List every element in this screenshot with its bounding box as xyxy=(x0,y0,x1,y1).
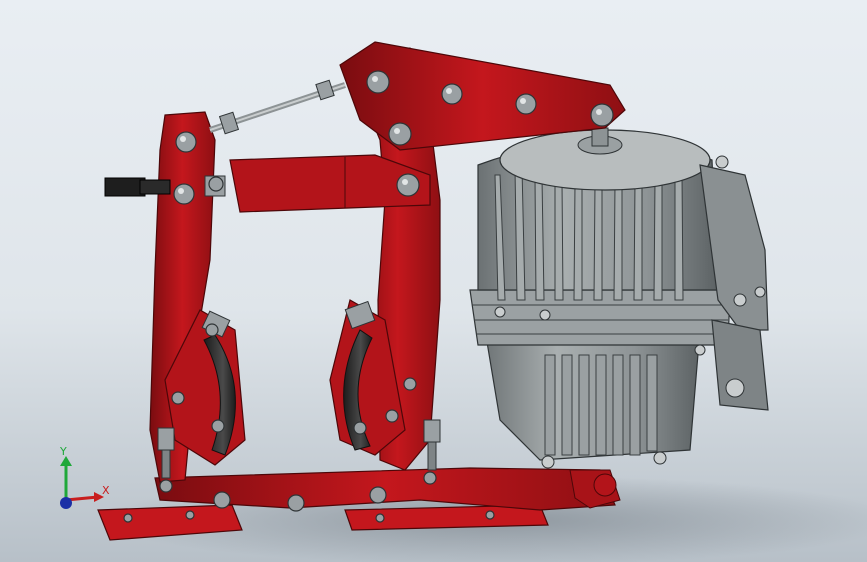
cad-canvas[interactable]: Y X xyxy=(0,0,867,562)
x-axis-label: X xyxy=(102,484,110,497)
z-axis-dot xyxy=(60,497,72,509)
y-axis-label: Y xyxy=(59,445,67,458)
cad-viewport[interactable]: Y X xyxy=(0,0,867,562)
